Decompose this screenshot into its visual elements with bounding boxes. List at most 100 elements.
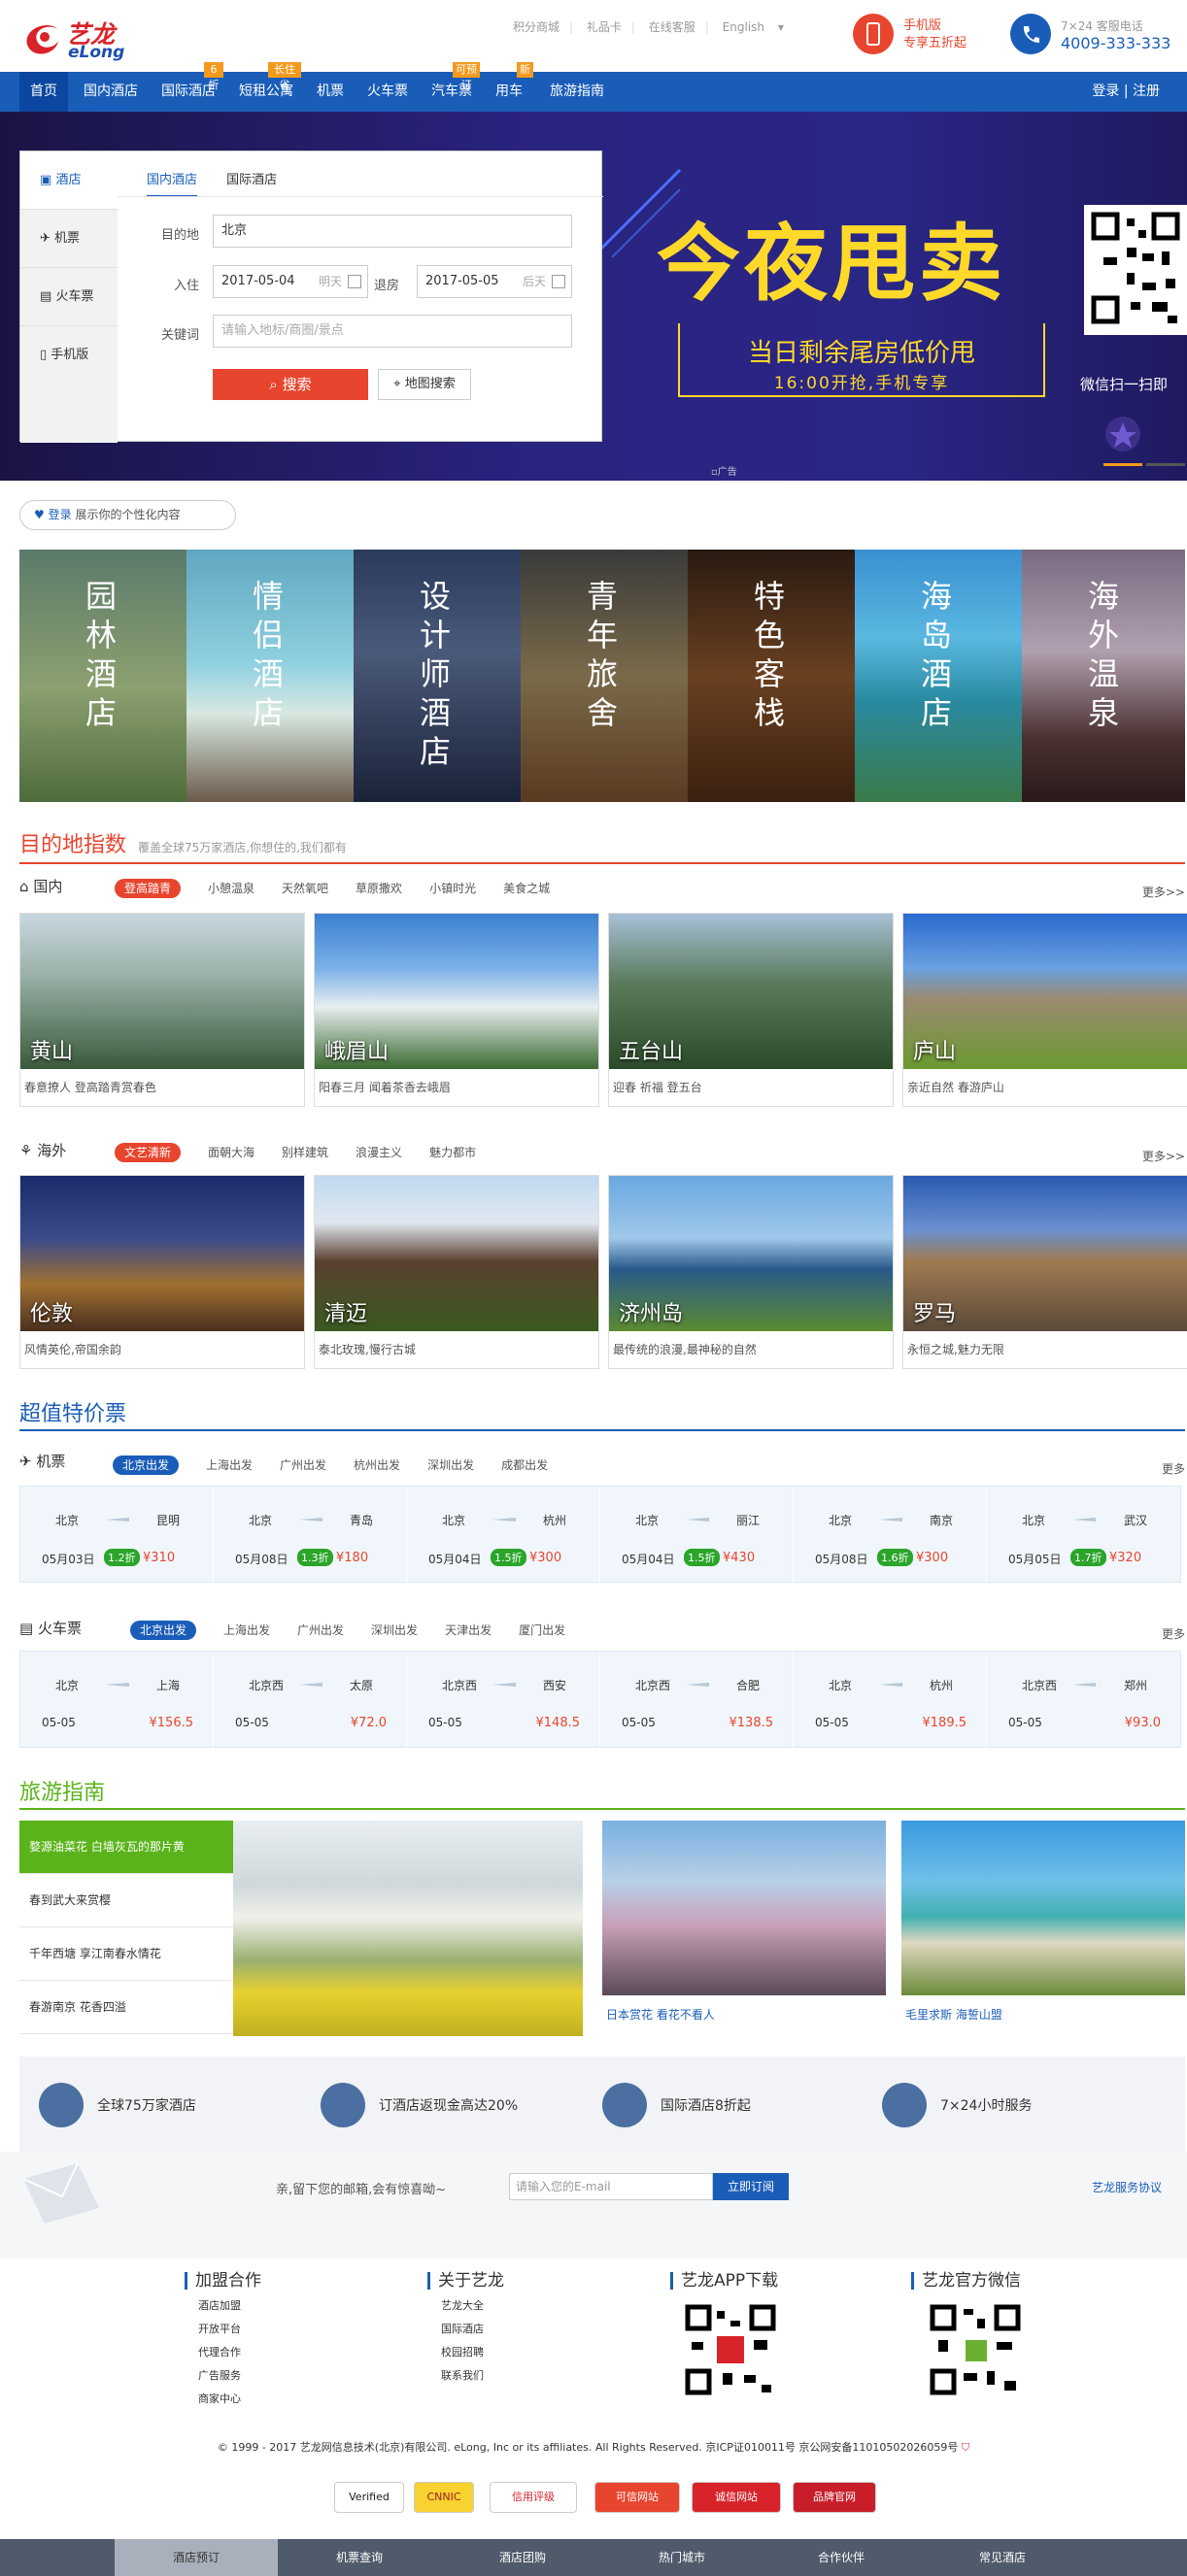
tab-from-shanghai[interactable]: 上海出发 <box>206 1458 253 1472</box>
train-deal[interactable]: 北京西 郑州 05-05 ¥93.0 <box>987 1652 1180 1749</box>
train-more-link[interactable]: 更多 <box>1162 1625 1185 1642</box>
checkout-date-input[interactable]: 2017-05-05 后天 <box>417 265 572 298</box>
tab-architecture[interactable]: 别样建筑 <box>282 1146 328 1159</box>
login-register-link[interactable]: 登录 | 注册 <box>1092 72 1160 112</box>
tab-from-shenzhen[interactable]: 深圳出发 <box>427 1458 474 1472</box>
personalize-login-pill[interactable]: ♥ 登录 展示你的个性化内容 <box>19 500 236 530</box>
trust-badge-integrity[interactable]: 诚信网站 <box>692 2482 781 2513</box>
tab-from-chengdu[interactable]: 成都出发 <box>501 1458 548 1472</box>
footer-link[interactable]: 酒店加盟 <box>185 2297 261 2313</box>
nav-train[interactable]: 火车票 <box>359 72 416 112</box>
nav-flight[interactable]: 机票 <box>309 72 352 112</box>
link-gift-card[interactable]: 礼品卡 <box>587 20 622 34</box>
theme-featured-inn[interactable]: 特色客栈 <box>688 550 855 802</box>
theme-youth-hostel[interactable]: 青年旅舍 <box>521 550 688 802</box>
tab-from-shanghai[interactable]: 上海出发 <box>223 1623 270 1637</box>
guide-card-caption[interactable]: 毛里求斯 海誓山盟 <box>905 2006 1002 2023</box>
footer-link[interactable]: 开放平台 <box>185 2321 261 2336</box>
guide-card-caption[interactable]: 日本赏花 看花不看人 <box>606 2006 715 2023</box>
tab-oxygen-bar[interactable]: 天然氧吧 <box>282 882 328 895</box>
dest-card-rome[interactable]: 罗马 永恒之城,魅力无限 <box>902 1175 1187 1369</box>
tab-domestic-hotel[interactable]: 国内酒店 <box>147 173 198 197</box>
domestic-more-link[interactable]: 更多>> <box>1142 884 1185 900</box>
bottom-nav-hotel-group[interactable]: 酒店团购 <box>441 2539 604 2576</box>
footer-link[interactable]: 艺龙大全 <box>427 2297 504 2313</box>
tab-hot-spring[interactable]: 小憩温泉 <box>208 882 254 895</box>
tab-from-xiamen[interactable]: 厦门出发 <box>519 1623 565 1637</box>
train-deal[interactable]: 北京西 合肥 05-05 ¥138.5 <box>600 1652 794 1749</box>
nav-apartment[interactable]: 短租公寓 长住省 <box>231 62 301 112</box>
nav-domestic-hotel[interactable]: 国内酒店 <box>76 72 146 112</box>
tab-spring-hike[interactable]: 登高踏青 <box>115 879 182 898</box>
slide-indicator[interactable] <box>1146 463 1185 466</box>
tab-from-shenzhen[interactable]: 深圳出发 <box>371 1623 418 1637</box>
tab-from-hangzhou[interactable]: 杭州出发 <box>354 1458 400 1472</box>
trust-badge-brand[interactable]: 品牌官网 <box>793 2482 876 2513</box>
link-online-service[interactable]: 在线客服 <box>649 20 695 34</box>
nav-intl-hotel[interactable]: 国际酒店 6折 <box>153 62 223 112</box>
search-type-hotel[interactable]: ▣ 酒店 <box>20 151 118 210</box>
bottom-nav-flight-search[interactable]: 机票查询 <box>278 2539 441 2576</box>
dest-card-wutaishan[interactable]: 五台山 迎春 祈福 登五台 <box>608 913 894 1107</box>
guide-feature-image[interactable] <box>233 1821 583 2036</box>
dest-card-chiangmai[interactable]: 清迈 泰北玫瑰,慢行古城 <box>314 1175 599 1369</box>
theme-designer-hotel[interactable]: 设计师酒店 <box>354 550 521 802</box>
language-select[interactable]: English ▾ <box>723 20 794 34</box>
search-type-mobile[interactable]: ▯ 手机版 <box>20 326 118 385</box>
tab-from-guangzhou[interactable]: 广州出发 <box>280 1458 326 1472</box>
theme-garden-hotel[interactable]: 园林酒店 <box>19 550 187 802</box>
nav-bus[interactable]: 汽车票 可预订 <box>424 62 480 112</box>
footer-link[interactable]: 代理合作 <box>185 2344 261 2359</box>
theme-couple-hotel[interactable]: 情侣酒店 <box>187 550 354 802</box>
tab-from-guangzhou[interactable]: 广州出发 <box>297 1623 344 1637</box>
search-type-flight[interactable]: ✈ 机票 <box>20 210 118 268</box>
tab-intl-hotel[interactable]: 国际酒店 <box>226 173 277 195</box>
flight-deal[interactable]: 北京 青岛 05月08日 1.3折 ¥180 <box>214 1487 407 1584</box>
dest-card-jeju[interactable]: 济州岛 最传统的浪漫,最神秘的自然 <box>608 1175 894 1369</box>
bottom-nav-hot-cities[interactable]: 热门城市 <box>600 2539 763 2576</box>
destination-input[interactable]: 北京 <box>213 215 572 248</box>
guide-item[interactable]: 婺源油菜花 白墙灰瓦的那片黄 <box>19 1821 233 1874</box>
theme-island-hotel[interactable]: 海岛酒店 <box>855 550 1022 802</box>
nav-car[interactable]: 用车 新 <box>488 62 533 112</box>
tab-romance[interactable]: 浪漫主义 <box>356 1146 402 1159</box>
nav-home[interactable]: 首页 <box>19 72 68 112</box>
guide-card-image[interactable] <box>602 1821 886 1995</box>
subscribe-button[interactable]: 立即订阅 <box>713 2173 789 2200</box>
search-button[interactable]: ⌕ 搜索 <box>213 369 368 400</box>
bottom-nav-partners[interactable]: 合作伙伴 <box>760 2539 923 2576</box>
flight-deal[interactable]: 北京 昆明 05月03日 1.2折 ¥310 <box>20 1487 214 1584</box>
tab-artsy[interactable]: 文艺清新 <box>115 1143 182 1162</box>
footer-link[interactable]: 商家中心 <box>185 2391 261 2406</box>
email-input[interactable]: 请输入您的E-mail <box>509 2173 713 2200</box>
slide-indicator-active[interactable] <box>1103 463 1142 466</box>
flight-more-link[interactable]: 更多 <box>1162 1460 1185 1477</box>
trust-badge-cnnic[interactable]: CNNIC <box>414 2482 474 2513</box>
guide-item[interactable]: 春游南京 花香四溢 <box>19 1981 233 2034</box>
footer-link[interactable]: 广告服务 <box>185 2367 261 2383</box>
dest-card-emeishan[interactable]: 峨眉山 阳春三月 闻着茶香去峨眉 <box>314 913 599 1107</box>
train-deal[interactable]: 北京 杭州 05-05 ¥189.5 <box>794 1652 987 1749</box>
guide-item[interactable]: 春到武大来赏樱 <box>19 1874 233 1927</box>
footer-link[interactable]: 校园招聘 <box>427 2344 504 2359</box>
tab-city[interactable]: 魅力都市 <box>429 1146 476 1159</box>
footer-link[interactable]: 联系我们 <box>427 2367 504 2383</box>
dest-card-huangshan[interactable]: 黄山 春意撩人 登高踏青赏春色 <box>19 913 305 1107</box>
flight-deal[interactable]: 北京 武汉 05月05日 1.7折 ¥320 <box>987 1487 1180 1584</box>
flight-deal[interactable]: 北京 杭州 05月04日 1.5折 ¥300 <box>407 1487 600 1584</box>
footer-link[interactable]: 国际酒店 <box>427 2321 504 2336</box>
bottom-nav-common-hotels[interactable]: 常见酒店 <box>921 2539 1084 2576</box>
tab-from-beijing[interactable]: 北京出发 <box>113 1455 180 1475</box>
nav-travel-guide[interactable]: 旅游指南 <box>538 72 616 112</box>
tab-from-beijing[interactable]: 北京出发 <box>130 1621 197 1640</box>
service-agreement-link[interactable]: 艺龙服务协议 <box>1092 2179 1162 2195</box>
tab-from-tianjin[interactable]: 天津出发 <box>445 1623 492 1637</box>
map-search-button[interactable]: ⌖ 地图搜索 <box>378 369 471 400</box>
dest-card-london[interactable]: 伦敦 风情英伦,帝国余韵 <box>19 1175 305 1369</box>
train-deal[interactable]: 北京西 太原 05-05 ¥72.0 <box>214 1652 407 1749</box>
trust-badge-credit[interactable]: 信用评级 <box>490 2482 577 2513</box>
pill-login-link[interactable]: 登录 <box>49 508 72 521</box>
mobile-app-promo[interactable]: 手机版 专享五折起 <box>853 14 967 54</box>
train-deal[interactable]: 北京 上海 05-05 ¥156.5 <box>20 1652 214 1749</box>
guide-item[interactable]: 千年西塘 享江南春水情花 <box>19 1927 233 1981</box>
